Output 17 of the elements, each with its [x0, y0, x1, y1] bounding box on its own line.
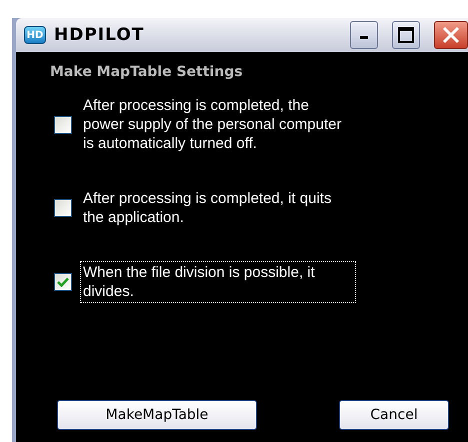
- option-label: After processing is completed, the power supply of the personal computer is automatically turned off.: [82, 96, 342, 154]
- close-button[interactable]: [434, 21, 468, 49]
- maximize-button[interactable]: [392, 21, 420, 49]
- checkbox[interactable]: [54, 199, 72, 217]
- section-heading: Make MapTable Settings: [50, 64, 244, 80]
- make-button[interactable]: MakeMapTable: [57, 400, 257, 430]
- minimize-button[interactable]: [350, 21, 378, 49]
- window-title: HDPILOT: [54, 25, 146, 45]
- check-icon: [57, 277, 69, 287]
- option-label: When the file division is possible, it divides.: [80, 261, 356, 303]
- close-icon: [441, 25, 461, 45]
- checkbox[interactable]: [54, 116, 72, 134]
- cancel-button[interactable]: Cancel: [339, 400, 449, 430]
- app-logo-icon: HD: [24, 26, 46, 44]
- option-label: After processing is completed, it quits the application.: [82, 189, 332, 228]
- maximize-icon: [398, 27, 414, 43]
- checkbox[interactable]: [54, 273, 72, 291]
